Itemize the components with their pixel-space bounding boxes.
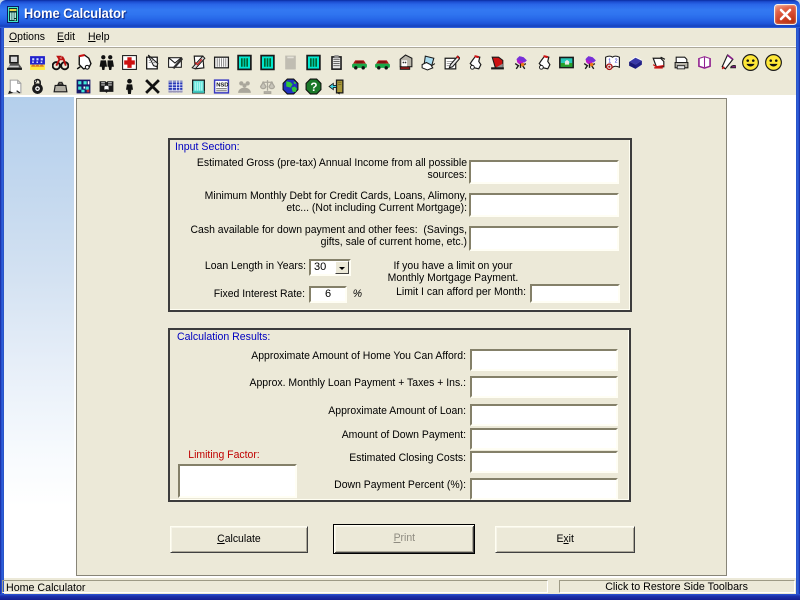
svg-text:NSD: NSD [216, 83, 228, 89]
svg-text:?: ? [310, 81, 317, 94]
svg-text:2: 2 [615, 59, 618, 65]
